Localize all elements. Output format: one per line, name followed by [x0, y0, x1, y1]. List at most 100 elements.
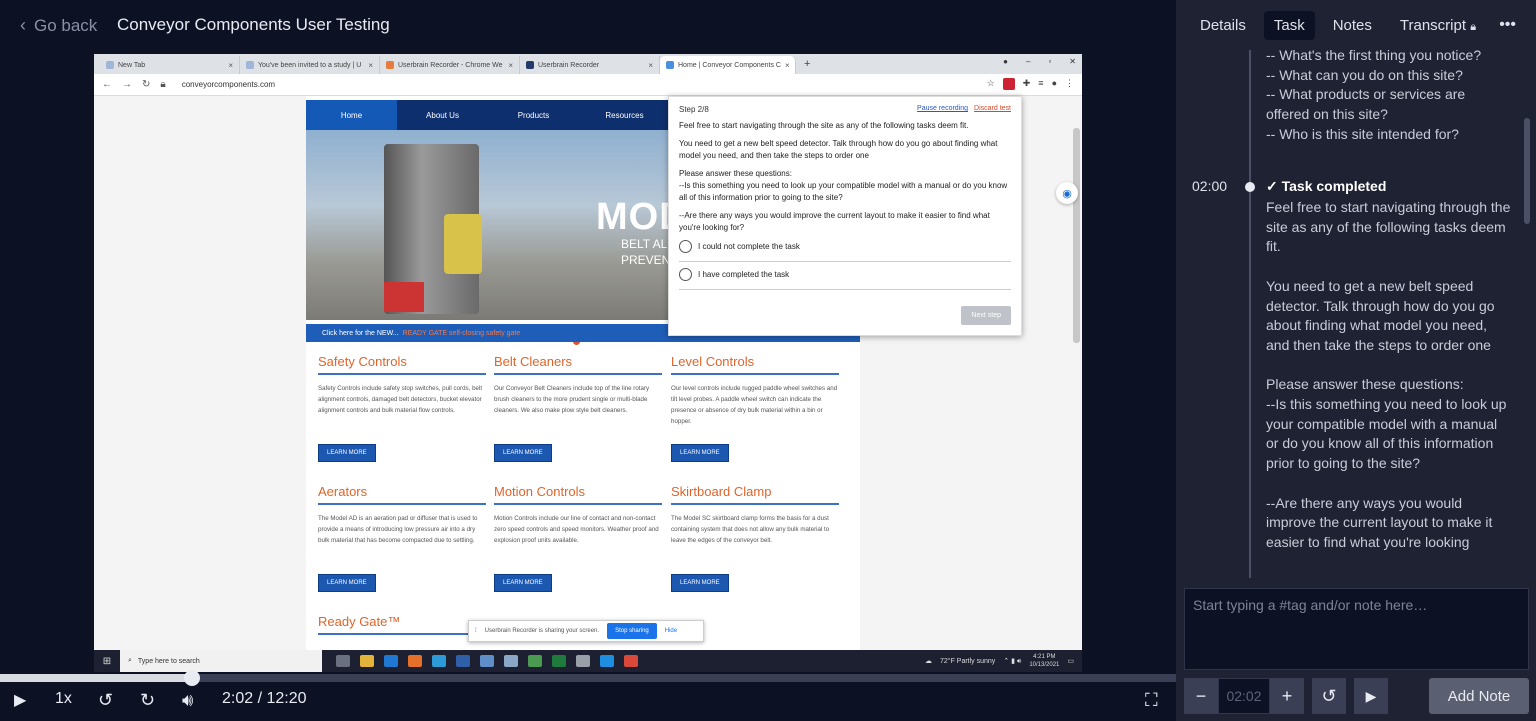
weather-text[interactable]: 72°F Partly sunny — [940, 658, 995, 665]
app-icon[interactable] — [480, 655, 494, 667]
volume-icon[interactable]: 🔊︎ — [182, 690, 193, 711]
new-tab-icon[interactable]: + — [804, 58, 810, 70]
progress-handle[interactable] — [183, 670, 200, 686]
maximize-icon[interactable]: ▫ — [1048, 57, 1051, 66]
option-not-completed[interactable]: I could not complete the task — [679, 240, 1011, 257]
close-icon[interactable]: × — [228, 61, 233, 70]
task-view-icon[interactable] — [336, 655, 350, 667]
play-icon[interactable]: ▶ — [14, 690, 26, 710]
avatar-icon[interactable]: ● — [1052, 78, 1057, 90]
speed-button[interactable]: 1x — [55, 690, 72, 708]
outlook-icon[interactable] — [384, 655, 398, 667]
tab-details[interactable]: Details — [1190, 11, 1256, 40]
windows-taskbar: ⊞ ⌕ Type here to search ☁ 72°F Partly su… — [94, 650, 1082, 672]
close-icon[interactable]: × — [785, 61, 790, 70]
browser-tab-active[interactable]: Home | Conveyor Components C × — [660, 56, 796, 74]
tab-transcript-label: Transcript — [1399, 16, 1467, 34]
bookmark-star-icon[interactable]: ☆ — [987, 78, 995, 90]
edge-icon[interactable] — [600, 655, 614, 667]
browser-tab[interactable]: New Tab × — [100, 56, 240, 74]
tab-notes[interactable]: Notes — [1323, 11, 1382, 40]
app-icon[interactable] — [504, 655, 518, 667]
pause-recording-link[interactable]: Pause recording — [917, 105, 968, 112]
minus-icon[interactable]: − — [1184, 678, 1218, 714]
windows-start-icon[interactable]: ⊞ — [94, 656, 120, 667]
tab-transcript[interactable]: Transcript 🔒︎ — [1390, 11, 1486, 40]
recorder-float-icon[interactable]: ◉ — [1056, 182, 1078, 204]
drag-handle-icon[interactable]: ⁞ — [475, 628, 477, 634]
minimize-icon[interactable]: – — [1026, 57, 1030, 66]
rewind-5-icon[interactable]: ↺ — [98, 690, 113, 711]
browser-tab[interactable]: Userbrain Recorder - Chrome We × — [380, 56, 520, 74]
app-icon[interactable] — [528, 655, 542, 667]
tray-icons[interactable]: ⌃ ▮ 🔊︎ — [1003, 657, 1021, 666]
back-arrow-icon[interactable]: ← — [102, 79, 112, 90]
app-icon[interactable] — [456, 655, 470, 667]
reset-icon[interactable]: ↺ — [1312, 678, 1346, 714]
browser-tab[interactable]: You've been invited to a study | U × — [240, 56, 380, 74]
recorder-extension-icon[interactable] — [1002, 78, 1015, 90]
card-title[interactable]: Aerators — [318, 484, 486, 505]
taskbar-clock[interactable]: 4:21 PM 10/13/2021 — [1029, 653, 1059, 669]
card-title[interactable]: Belt Cleaners — [494, 354, 662, 375]
profile-icon[interactable]: ● — [1003, 57, 1008, 66]
page-scrollbar[interactable] — [1073, 128, 1080, 343]
card-title[interactable]: Safety Controls — [318, 354, 486, 375]
close-icon[interactable]: × — [368, 61, 373, 70]
kebab-menu-icon[interactable]: ⋮ — [1065, 78, 1074, 90]
video-progress-bar[interactable] — [0, 670, 1176, 686]
radio-circle-icon[interactable] — [679, 240, 692, 253]
go-back-button[interactable]: ‹ Go back — [20, 15, 97, 36]
notification-icon[interactable]: ▭ — [1067, 657, 1074, 665]
play-note-icon[interactable]: ▶ — [1354, 678, 1388, 714]
plus-icon[interactable]: + — [1270, 678, 1304, 714]
note-input[interactable] — [1193, 597, 1520, 661]
firefox-icon[interactable] — [408, 655, 422, 667]
url-text[interactable]: conveyorcomponents.com — [182, 80, 275, 89]
app-icon[interactable] — [576, 655, 590, 667]
tab-task[interactable]: Task — [1263, 10, 1315, 40]
close-window-icon[interactable]: ✕ — [1069, 57, 1076, 66]
learn-more-button[interactable]: LEARN MORE — [318, 574, 376, 592]
discard-test-link[interactable]: Discard test — [974, 105, 1011, 112]
learn-more-button[interactable]: LEARN MORE — [494, 444, 552, 462]
panel-scrollbar[interactable] — [1524, 118, 1530, 224]
forward-5-icon[interactable]: ↻ — [140, 690, 155, 711]
excel-icon[interactable] — [552, 655, 566, 667]
card-title[interactable]: Level Controls — [671, 354, 839, 375]
file-explorer-icon[interactable] — [360, 655, 374, 667]
learn-more-button[interactable]: LEARN MORE — [671, 444, 729, 462]
card-title[interactable]: Skirtboard Clamp — [671, 484, 839, 505]
timeline-timestamp[interactable]: 02:00 — [1192, 178, 1227, 194]
hide-share-bar-button[interactable]: Hide — [665, 628, 677, 634]
task-completed-label: ✓ Task completed — [1266, 178, 1386, 195]
browser-tab[interactable]: Userbrain Recorder × — [520, 56, 660, 74]
radio-circle-icon[interactable] — [679, 268, 692, 281]
more-options-icon[interactable]: ••• — [1499, 16, 1516, 34]
note-input-box[interactable] — [1184, 588, 1529, 670]
puzzle-icon[interactable]: ✚ — [1023, 78, 1031, 90]
add-note-button[interactable]: Add Note — [1429, 678, 1529, 714]
taskbar-search[interactable]: ⌕ Type here to search — [120, 650, 322, 672]
app-icon[interactable] — [432, 655, 446, 667]
card-title[interactable]: Motion Controls — [494, 484, 662, 505]
forward-arrow-icon[interactable]: → — [122, 79, 132, 90]
card-title[interactable]: Ready Gate™ — [318, 614, 486, 635]
close-icon[interactable]: × — [508, 61, 513, 70]
stop-sharing-button[interactable]: Stop sharing — [607, 623, 657, 639]
site-nav-home[interactable]: Home — [306, 100, 397, 130]
chrome-icon[interactable] — [624, 655, 638, 667]
site-nav-resources[interactable]: Resources — [579, 100, 670, 130]
option-completed[interactable]: I have completed the task — [679, 268, 1011, 285]
reload-icon[interactable]: ↻ — [142, 79, 150, 90]
learn-more-button[interactable]: LEARN MORE — [494, 574, 552, 592]
note-time[interactable]: 02:02 — [1218, 678, 1270, 714]
next-step-button[interactable]: Next step — [961, 306, 1011, 325]
extension-icon[interactable]: ≡ — [1038, 78, 1043, 90]
fullscreen-icon[interactable]: ⛶ — [1145, 690, 1158, 711]
learn-more-button[interactable]: LEARN MORE — [318, 444, 376, 462]
learn-more-button[interactable]: LEARN MORE — [671, 574, 729, 592]
site-nav-products[interactable]: Products — [488, 100, 579, 130]
site-nav-about[interactable]: About Us — [397, 100, 488, 130]
close-icon[interactable]: × — [648, 61, 653, 70]
